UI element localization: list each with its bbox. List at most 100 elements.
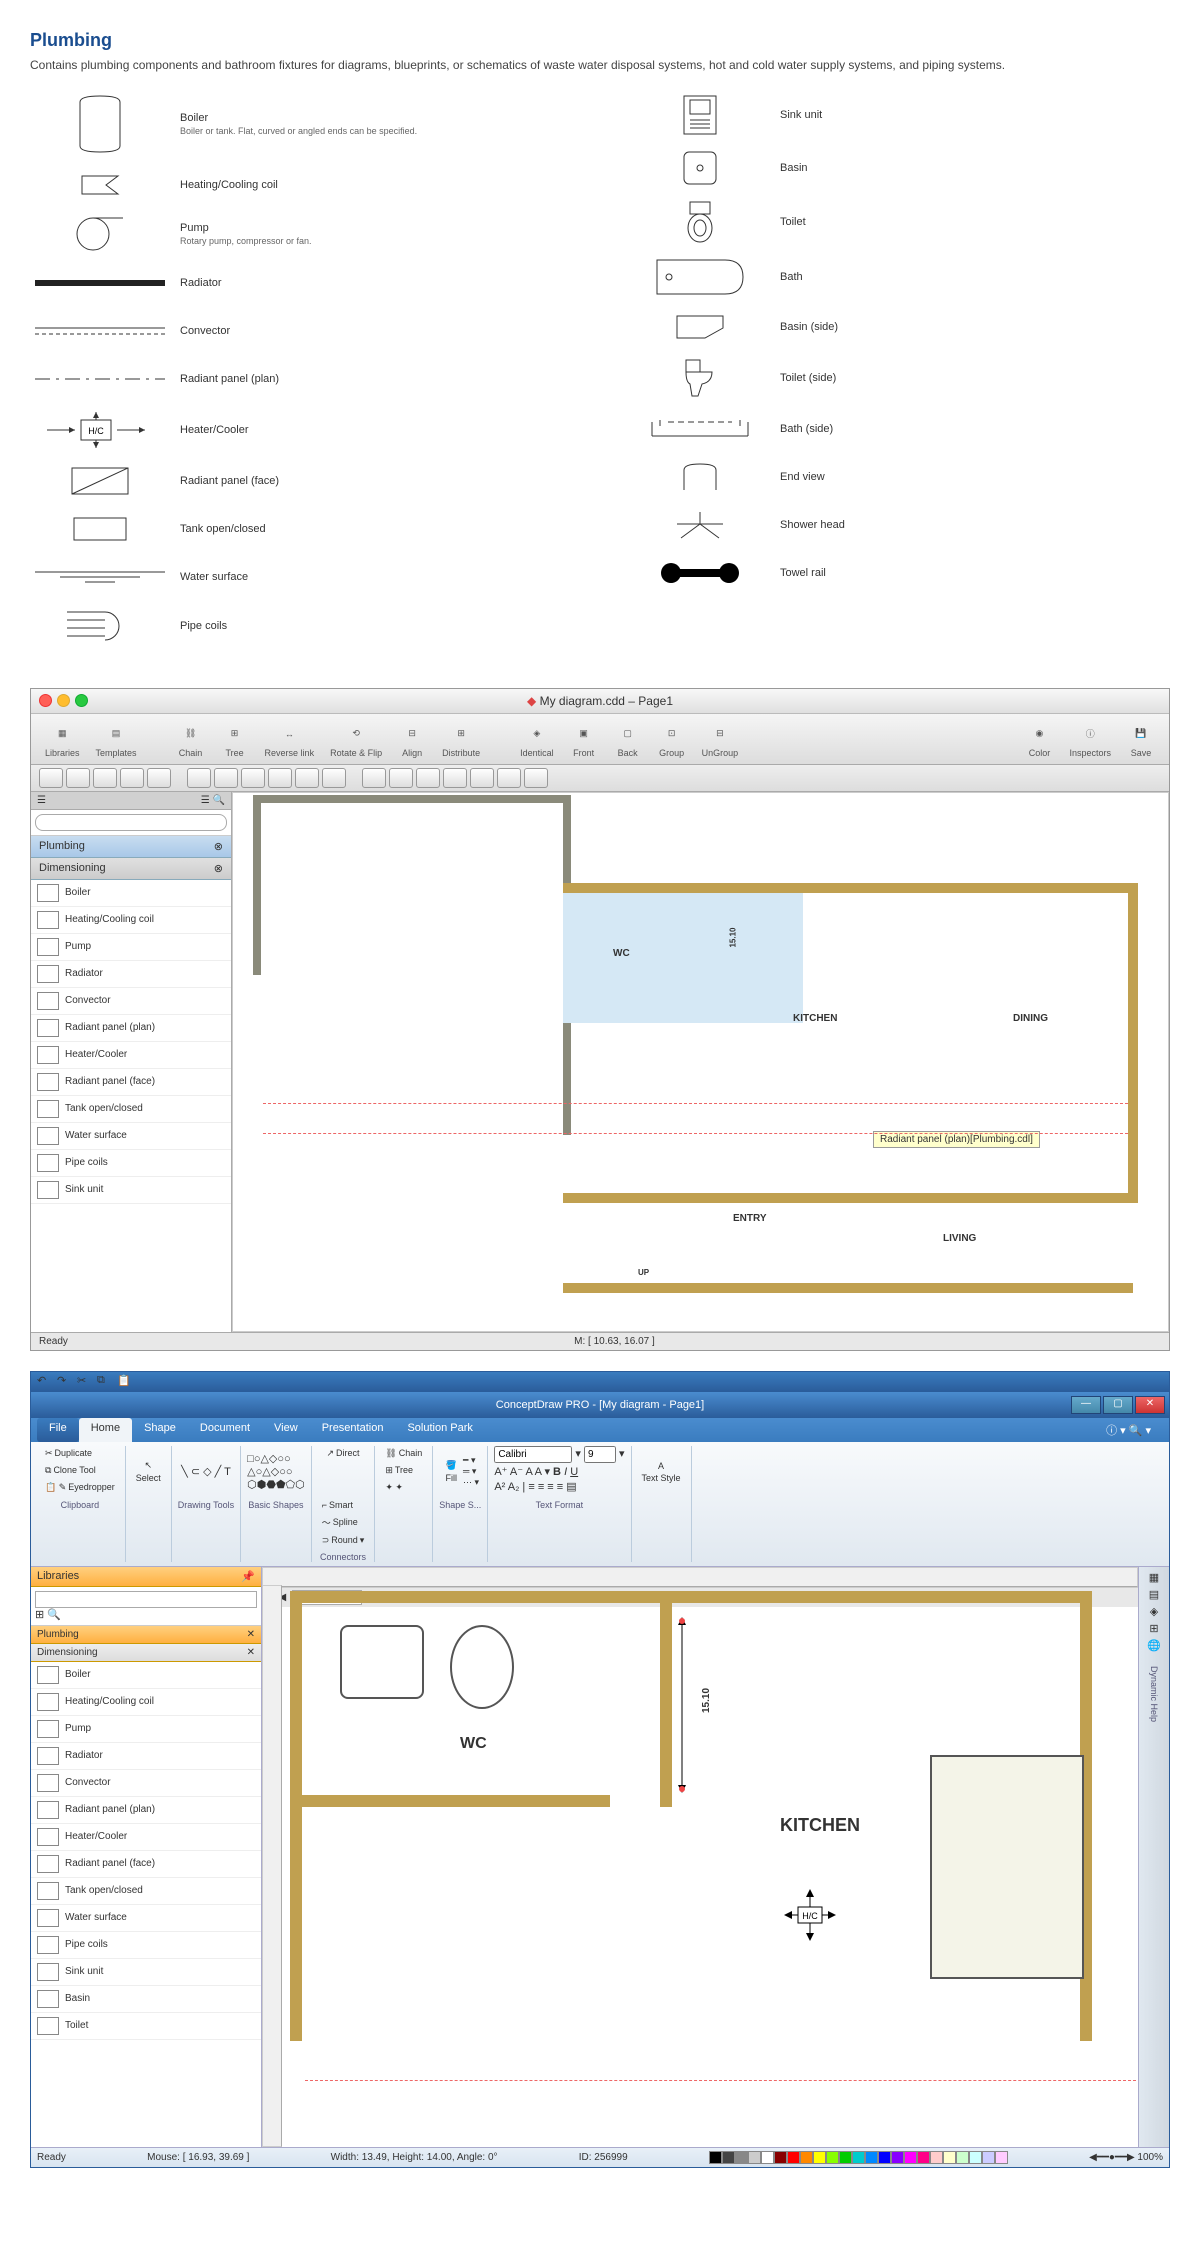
rotate-flip-button[interactable]: ⟲Rotate & Flip [324, 718, 388, 760]
smart-button[interactable]: ⌐ Smart [318, 1498, 357, 1512]
sidebar-item[interactable]: Tank open/closed [31, 1878, 261, 1905]
tab-presentation[interactable]: Presentation [310, 1418, 396, 1442]
sidebar-item[interactable]: Boiler [31, 880, 231, 907]
distribute-button[interactable]: ⊞Distribute [436, 718, 486, 760]
tool-button[interactable] [497, 768, 521, 788]
sidebar-item[interactable]: Basin [31, 1986, 261, 2013]
sidebar-item[interactable]: Radiant panel (plan) [31, 1797, 261, 1824]
templates-button[interactable]: ▤Templates [90, 718, 143, 760]
tool-button[interactable] [214, 768, 238, 788]
panel-icon[interactable]: ▤ [1149, 1588, 1159, 1601]
color-palette[interactable] [709, 2151, 1008, 2164]
mac-canvas[interactable]: WC KITCHEN DINING ENTRY LIVING UP 15.10 … [232, 792, 1169, 1332]
tool-button[interactable] [268, 768, 292, 788]
identical-button[interactable]: ◈Identical [514, 718, 560, 760]
tool-button[interactable] [524, 768, 548, 788]
duplicate-button[interactable]: ✂ Duplicate [41, 1446, 96, 1461]
back-button[interactable]: ▢Back [608, 718, 648, 760]
maximize-button[interactable]: ▢ [1103, 1396, 1133, 1414]
minimize-button[interactable]: — [1071, 1396, 1101, 1414]
select-button[interactable]: ↖Select [132, 1458, 165, 1485]
sidebar-item[interactable]: Radiant panel (plan) [31, 1015, 231, 1042]
font-size-input[interactable] [584, 1446, 616, 1463]
tool-button[interactable] [470, 768, 494, 788]
tool-button[interactable] [416, 768, 440, 788]
heater-cooler-symbol[interactable]: H/C [780, 1885, 820, 1925]
sidebar-item[interactable]: Radiant panel (face) [31, 1851, 261, 1878]
sidebar-item[interactable]: Sink unit [31, 1959, 261, 1986]
qat-button[interactable]: ↶ [37, 1374, 53, 1390]
sidebar-category-plumbing[interactable]: Plumbing⊗ [31, 836, 231, 858]
qat-button[interactable]: 📋 [117, 1374, 133, 1390]
ungroup-button[interactable]: ⊟UnGroup [696, 718, 745, 760]
library-search-input[interactable] [35, 1591, 257, 1608]
sidebar-item[interactable]: Toilet [31, 2013, 261, 2040]
tool-button[interactable] [66, 768, 90, 788]
round-button[interactable]: ⊃ Round ▾ [318, 1533, 369, 1548]
align-button[interactable]: ⊟Align [392, 718, 432, 760]
tab-view[interactable]: View [262, 1418, 310, 1442]
chain-button[interactable]: ⛓ Chain [381, 1446, 426, 1461]
sidebar-item[interactable]: Heater/Cooler [31, 1042, 231, 1069]
eyedropper-button[interactable]: 📋 ✎ Eyedropper [41, 1480, 119, 1495]
tool-button[interactable] [187, 768, 211, 788]
text-style-button[interactable]: AText Style [638, 1459, 685, 1485]
tool-button[interactable] [295, 768, 319, 788]
search-input[interactable] [35, 814, 227, 831]
tool-button[interactable] [443, 768, 467, 788]
sidebar-item[interactable]: Sink unit [31, 1177, 231, 1204]
tool-button[interactable] [39, 768, 63, 788]
tool-button[interactable] [93, 768, 117, 788]
sidebar-item[interactable]: Heater/Cooler [31, 1824, 261, 1851]
zoom-icon[interactable] [75, 694, 88, 707]
sidebar-item[interactable]: Pump [31, 1716, 261, 1743]
help-button[interactable]: ⓘ ▾ 🔍 ▾ [1094, 1418, 1163, 1442]
tool-button[interactable] [120, 768, 144, 788]
sidebar-item[interactable]: Radiator [31, 961, 231, 988]
panel-icon[interactable]: 🌐 [1147, 1639, 1161, 1652]
tab-shape[interactable]: Shape [132, 1418, 188, 1442]
reverse-link-button[interactable]: ↔Reverse link [259, 718, 321, 760]
sidebar-item[interactable]: Radiator [31, 1743, 261, 1770]
tool-button[interactable] [389, 768, 413, 788]
qat-button[interactable]: ↷ [57, 1374, 73, 1390]
sidebar-item[interactable]: Pump [31, 934, 231, 961]
sidebar-item[interactable]: Radiant panel (face) [31, 1069, 231, 1096]
group-button[interactable]: ⊡Group [652, 718, 692, 760]
direct-button[interactable]: ↗ Direct [322, 1446, 363, 1461]
sidebar-item[interactable]: Convector [31, 988, 231, 1015]
tool-button[interactable] [241, 768, 265, 788]
misc-button[interactable]: ✦ ✦ [381, 1480, 407, 1495]
tree-button[interactable]: ⊞Tree [215, 718, 255, 760]
chain-button[interactable]: ⛓Chain [171, 718, 211, 760]
fill-button[interactable]: 🪣Fill [442, 1458, 462, 1485]
font-name-input[interactable] [494, 1446, 572, 1463]
tool-button[interactable] [147, 768, 171, 788]
close-button[interactable]: ✕ [1135, 1396, 1165, 1414]
qat-button[interactable]: ⧉ [97, 1374, 113, 1390]
libraries-button[interactable]: ▦Libraries [39, 718, 86, 760]
sidebar-item[interactable]: Water surface [31, 1123, 231, 1150]
spline-button[interactable]: ～ Spline [318, 1514, 362, 1531]
sidebar-item[interactable]: Heating/Cooling coil [31, 1689, 261, 1716]
sidebar-item[interactable]: Boiler [31, 1662, 261, 1689]
panel-icon[interactable]: ▦ [1149, 1571, 1159, 1584]
sidebar-item[interactable]: Heating/Cooling coil [31, 907, 231, 934]
sidebar-item[interactable]: Convector [31, 1770, 261, 1797]
color-button[interactable]: ◉Color [1019, 718, 1059, 760]
win-canvas[interactable]: WC KITCHEN H/C 15.10 ◀ ◀ Page1 (1/1) ▶ ▶ [262, 1567, 1138, 2147]
panel-icon[interactable]: ⊞ [1149, 1622, 1158, 1635]
tab-home[interactable]: Home [79, 1418, 132, 1442]
save-button[interactable]: 💾Save [1121, 718, 1161, 760]
panel-icon[interactable]: ◈ [1150, 1605, 1158, 1618]
minimize-icon[interactable] [57, 694, 70, 707]
sidebar-category-dimensioning[interactable]: Dimensioning⊗ [31, 858, 231, 880]
tab-solution-park[interactable]: Solution Park [395, 1418, 484, 1442]
tool-button[interactable] [362, 768, 386, 788]
tool-button[interactable] [322, 768, 346, 788]
sidebar-item[interactable]: Tank open/closed [31, 1096, 231, 1123]
sidebar-item[interactable]: Water surface [31, 1905, 261, 1932]
front-button[interactable]: ▣Front [564, 718, 604, 760]
close-icon[interactable] [39, 694, 52, 707]
sidebar-item[interactable]: Pipe coils [31, 1150, 231, 1177]
